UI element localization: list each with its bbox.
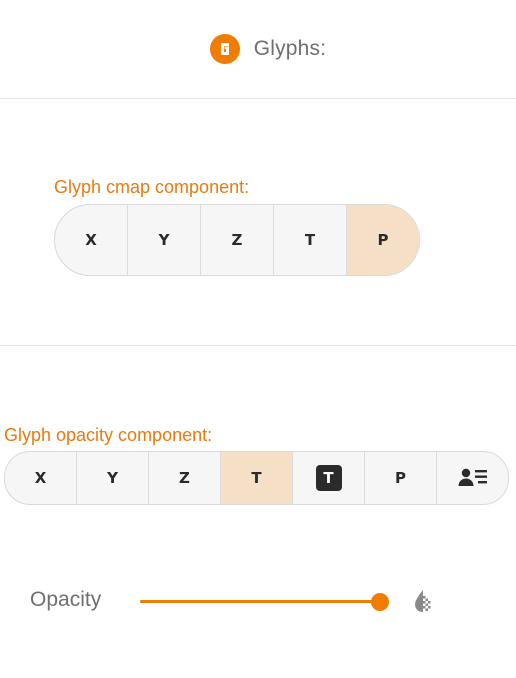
opacity-slider-thumb[interactable] xyxy=(371,593,389,611)
opacity-component-label: Glyph opacity component: xyxy=(4,425,213,445)
glyph-logo-icon xyxy=(209,34,240,64)
cmap-option-y[interactable]: Y xyxy=(128,205,201,275)
divider xyxy=(0,98,516,99)
cmap-option-x[interactable]: X xyxy=(55,205,128,275)
opacity-label: Opacity xyxy=(30,588,102,611)
glyphs-panel: Glyphs: Glyph cmap component: X Y Z T P … xyxy=(0,0,516,678)
opacity-segmented-control: X Y Z T T P xyxy=(4,451,509,505)
cmap-option-z[interactable]: Z xyxy=(201,205,274,275)
cmap-segmented-control: X Y Z T P xyxy=(54,204,420,276)
page-title: Glyphs: xyxy=(253,37,327,60)
person-list-icon xyxy=(458,468,487,486)
t-box-icon: T xyxy=(315,465,342,491)
header-inner: Glyphs: xyxy=(209,34,327,64)
opacity-slider[interactable] xyxy=(140,590,389,614)
opacity-option-person-list[interactable] xyxy=(437,452,508,504)
divider xyxy=(0,345,516,346)
cmap-option-t[interactable]: T xyxy=(274,205,347,275)
opacity-option-z[interactable]: Z xyxy=(149,452,221,504)
header: Glyphs: xyxy=(0,0,516,98)
opacity-option-y[interactable]: Y xyxy=(77,452,149,504)
opacity-option-p[interactable]: P xyxy=(365,452,437,504)
opacity-option-t-box[interactable]: T xyxy=(293,452,365,504)
logo-glyph-shape xyxy=(220,43,229,55)
opacity-option-x[interactable]: X xyxy=(5,452,77,504)
cmap-option-p[interactable]: P xyxy=(347,205,419,275)
opacity-slider-track xyxy=(140,600,380,603)
cmap-label: Glyph cmap component: xyxy=(54,177,250,197)
opacity-option-t[interactable]: T xyxy=(221,452,293,504)
opacity-icon[interactable] xyxy=(410,588,436,614)
